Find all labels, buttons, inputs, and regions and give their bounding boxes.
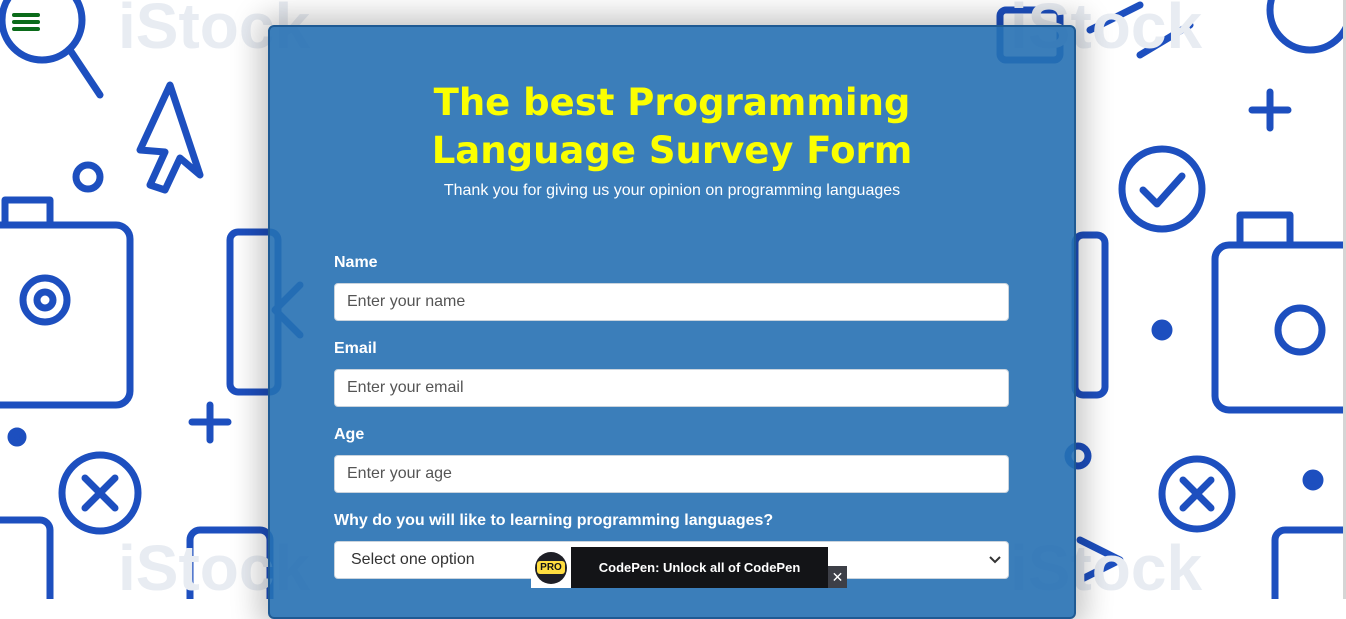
ring-icon xyxy=(1266,0,1346,54)
reason-selected-value: Select one option xyxy=(351,551,475,568)
dot xyxy=(1151,319,1173,341)
survey-form-card: The best Programming Language Survey For… xyxy=(268,25,1076,619)
email-input[interactable] xyxy=(334,369,1009,407)
briefcase-gear-icon xyxy=(0,196,134,409)
promo-text: CodePen: Unlock all of CodePen xyxy=(598,560,801,575)
window-icon xyxy=(1271,526,1346,599)
close-glyph: ✕ xyxy=(831,568,844,585)
age-label: Age xyxy=(334,426,365,443)
window-icon xyxy=(0,516,54,599)
close-circle-icon xyxy=(1158,455,1236,533)
ring-icon xyxy=(72,161,104,193)
name-label: Name xyxy=(334,254,378,271)
form-description: Thank you for giving us your opinion on … xyxy=(443,182,901,199)
title-line-2: Language Survey Form xyxy=(431,129,913,172)
close-icon[interactable]: ✕ xyxy=(828,566,847,588)
briefcase-gear-icon xyxy=(1211,211,1346,414)
monitor-icon xyxy=(1071,231,1109,399)
sparkle-icon xyxy=(188,401,232,444)
check-circle-icon xyxy=(1118,145,1206,233)
sparkle-icon xyxy=(1248,88,1292,132)
age-input[interactable] xyxy=(334,455,1009,493)
dot xyxy=(1302,469,1324,491)
pro-badge: PRO xyxy=(531,547,571,588)
name-input[interactable] xyxy=(334,283,1009,321)
close-circle-icon xyxy=(58,451,142,535)
reason-label: Why do you will like to learning program… xyxy=(334,512,774,529)
cursor-icon xyxy=(136,81,204,194)
email-label: Email xyxy=(334,340,377,357)
chevron-down-icon xyxy=(989,556,1001,564)
hamburger-menu-icon[interactable] xyxy=(12,10,40,36)
page-title: The best Programming Language Survey For… xyxy=(270,79,1074,175)
title-line-1: The best Programming xyxy=(433,81,911,124)
codepen-promo-banner[interactable]: PRO CodePen: Unlock all of CodePen xyxy=(531,547,828,588)
pro-badge-text: PRO xyxy=(537,561,565,574)
dot xyxy=(7,427,27,447)
